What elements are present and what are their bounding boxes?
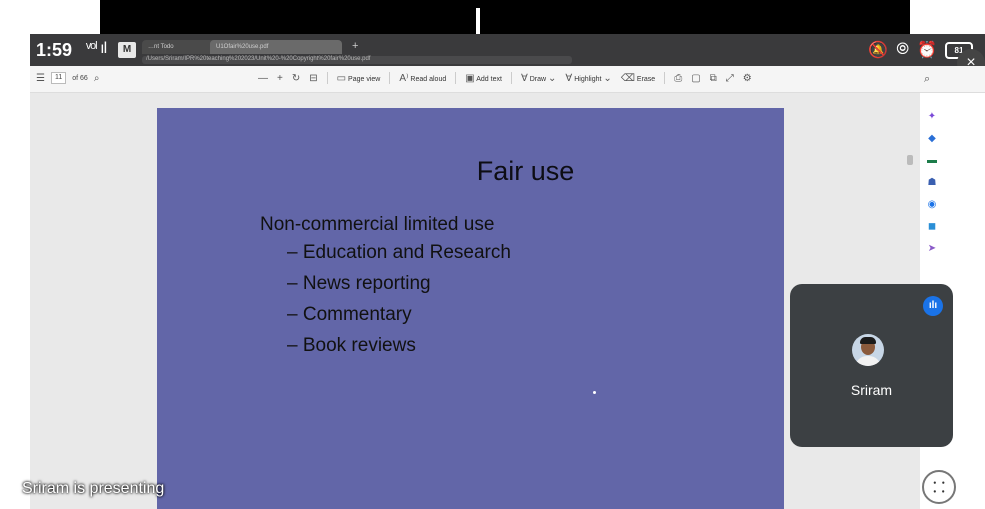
pdf-toolbar: ☰ 11 of 66 ⌕ — + ↻ ⊟ ▭ Page view A⁾ Read… xyxy=(30,66,985,93)
page-number-input[interactable]: 11 xyxy=(50,72,67,84)
document-area[interactable]: Fair use Non-commercial limited use – Ed… xyxy=(30,93,920,509)
alarm-icon: ⏰ xyxy=(917,42,937,59)
browser-tab[interactable]: …nt Todo xyxy=(142,40,218,54)
page-view-icon: ▭ xyxy=(336,72,347,84)
audio-level-icon: ılı xyxy=(923,296,943,316)
tab-label: …nt Todo xyxy=(148,44,174,50)
send-icon[interactable]: ➤ xyxy=(926,243,938,255)
list-item: – Commentary xyxy=(287,304,412,325)
draw-icon: ∀ xyxy=(520,72,528,84)
page-view-label: Page view xyxy=(348,75,381,83)
contents-icon[interactable]: ☰ xyxy=(36,73,45,84)
dnd-icon: 🔕 xyxy=(868,42,889,59)
app-notification-icon: M xyxy=(118,42,136,58)
highlight-button[interactable]: ∀ Highlight ⌄ xyxy=(565,73,611,84)
list-item: – Book reviews xyxy=(287,335,416,356)
highlight-label: Highlight xyxy=(574,75,602,83)
status-time: 1:59 xyxy=(36,40,73,60)
sidebar-search-icon[interactable]: ⌕ xyxy=(924,73,930,86)
settings-icon[interactable]: ⚙ xyxy=(743,73,752,84)
scrollbar-thumb[interactable] xyxy=(907,155,913,165)
frame-divider xyxy=(476,8,480,34)
divider xyxy=(664,72,666,84)
page-navigation: ☰ 11 of 66 ⌕ xyxy=(36,72,99,84)
tag-icon[interactable]: ◆ xyxy=(926,133,938,145)
outlook-icon[interactable]: ◼ xyxy=(926,221,938,233)
new-tab-button[interactable]: + xyxy=(352,40,358,52)
fullscreen-icon[interactable]: ⤢ xyxy=(726,73,734,84)
zoom-out-button[interactable]: — xyxy=(258,73,268,84)
highlight-icon: ∀ xyxy=(565,72,573,84)
divider xyxy=(326,72,328,84)
divider xyxy=(455,72,457,84)
zoom-in-button[interactable]: + xyxy=(277,73,283,84)
read-aloud-button[interactable]: A⁾ Read aloud xyxy=(399,73,446,84)
vibrate-icon: ⦾ xyxy=(896,41,910,58)
add-text-button[interactable]: ▣ Add text xyxy=(465,73,502,84)
meeting-stage: 1:59 ᵛᵒˡ ıl M …nt Todo U1Ofair%20use.pdf… xyxy=(0,0,985,509)
top-frame-strip xyxy=(100,0,910,34)
address-text: /Users/Sriram/IPR%20teaching%202023/Unit… xyxy=(146,56,371,62)
chevron-down-icon: ⌄ xyxy=(603,72,612,84)
save-icon[interactable]: ▢ xyxy=(691,73,700,84)
read-aloud-icon: A⁾ xyxy=(399,72,409,84)
browser-tab-bar: 1:59 ᵛᵒˡ ıl M …nt Todo U1Ofair%20use.pdf… xyxy=(30,34,985,66)
save-as-icon[interactable]: ⧉ xyxy=(710,73,717,84)
page-total: of 66 xyxy=(72,74,88,82)
people-icon[interactable]: ☗ xyxy=(926,177,938,189)
slide-title: Fair use xyxy=(476,156,575,186)
avatar xyxy=(852,334,884,366)
browser-tab-active[interactable]: U1Ofair%20use.pdf xyxy=(210,40,342,54)
read-aloud-label: Read aloud xyxy=(410,75,447,83)
avatar-hair xyxy=(860,337,876,344)
chevron-down-icon: ⌄ xyxy=(548,72,557,84)
fit-page-icon[interactable]: ⊟ xyxy=(309,73,317,84)
cursor-dot xyxy=(593,391,596,394)
minimize-icon[interactable]: ⸬ xyxy=(922,470,956,504)
search-icon[interactable]: ⌕ xyxy=(94,73,100,84)
list-item: – Education and Research xyxy=(287,242,511,263)
draw-button[interactable]: ∀ Draw ⌄ xyxy=(521,73,556,84)
list-item: – News reporting xyxy=(287,273,431,294)
signal-icon: ᵛᵒˡ ıl xyxy=(86,40,107,57)
draw-label: Draw xyxy=(529,75,547,83)
add-text-label: Add text xyxy=(476,75,502,83)
add-text-icon: ▣ xyxy=(465,72,475,84)
erase-label: Erase xyxy=(636,75,656,83)
slide-main-point: Non-commercial limited use xyxy=(260,214,495,235)
eraser-icon: ⌫ xyxy=(620,72,635,84)
avatar-body xyxy=(855,356,881,366)
slide-sub-points: – Education and Research – News reportin… xyxy=(287,242,511,366)
page-view-button[interactable]: ▭ Page view xyxy=(337,73,381,84)
participant-name: Sriram xyxy=(850,382,893,398)
sparkle-icon[interactable]: ✦ xyxy=(926,111,938,123)
print-icon[interactable]: ⎙ xyxy=(674,73,682,84)
rotate-icon[interactable]: ↻ xyxy=(292,73,300,84)
pdf-tools: — + ↻ ⊟ ▭ Page view A⁾ Read aloud ▣ Add … xyxy=(258,72,752,84)
tab-label: U1Ofair%20use.pdf xyxy=(216,44,269,50)
briefcase-icon[interactable]: ▬ xyxy=(926,155,938,167)
circle-icon[interactable]: ◉ xyxy=(926,199,938,211)
divider xyxy=(510,72,512,84)
slide-page: Fair use Non-commercial limited use – Ed… xyxy=(157,108,784,509)
presenting-caption: Sriram is presenting xyxy=(22,480,165,497)
participant-tile[interactable]: ılı Sriram xyxy=(790,284,953,447)
divider xyxy=(389,72,391,84)
erase-button[interactable]: ⌫ Erase xyxy=(621,73,655,84)
